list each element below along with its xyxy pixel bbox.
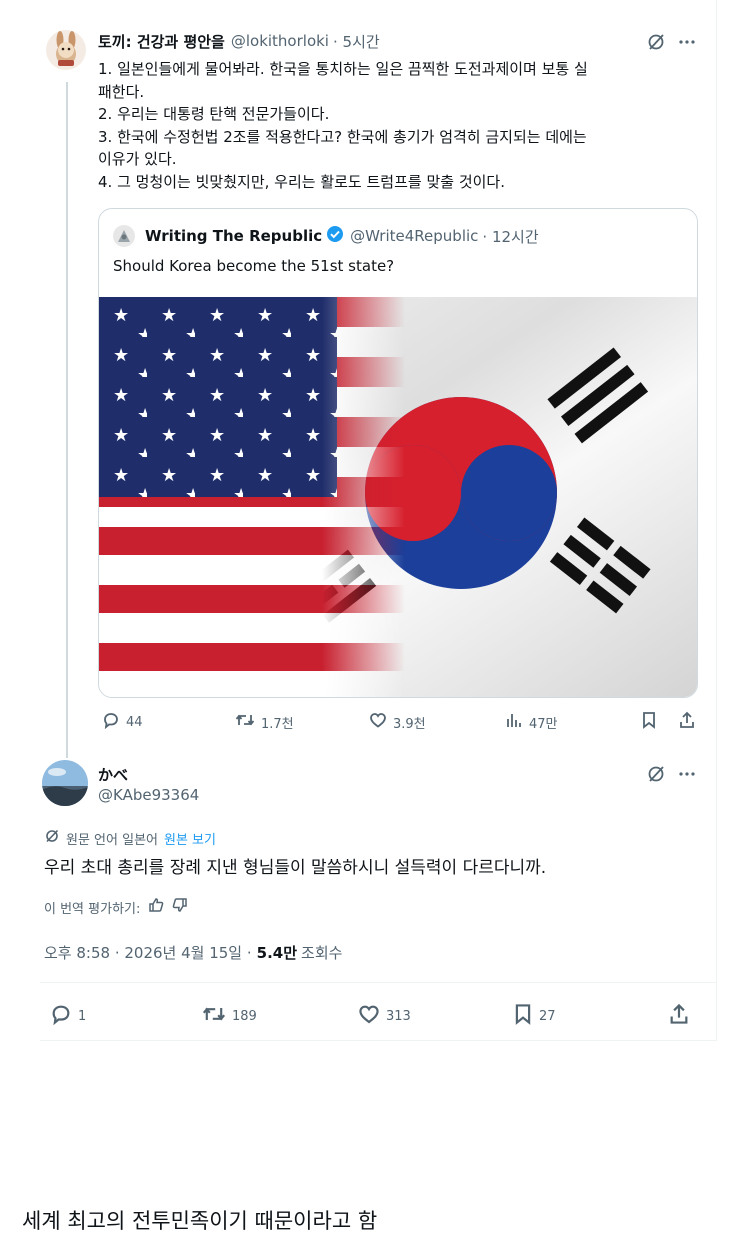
- thumbs-down-icon[interactable]: [172, 897, 188, 917]
- tweet1-line: 4. 그 멍청이는 빗맞췄지만, 우리는 활로도 트럼프를 맞출 것이다.: [98, 172, 505, 191]
- share-icon: [678, 711, 696, 733]
- bookmark-count: 27: [539, 1008, 556, 1024]
- more-icon[interactable]: [677, 32, 697, 52]
- tweet1-line: 이유가 있다.: [98, 150, 177, 168]
- reply-button[interactable]: 1: [50, 1003, 86, 1029]
- retweet-button[interactable]: 1.7천: [235, 711, 294, 733]
- translation-language: 원문 언어 일본어: [66, 832, 158, 848]
- bookmark-icon: [513, 1003, 533, 1029]
- quoted-tweet[interactable]: Writing The Republic @Write4Republic · 1…: [98, 208, 698, 698]
- avatar[interactable]: [42, 760, 88, 806]
- rate-translation: 이 번역 평가하기:: [44, 897, 188, 917]
- thumbs-up-icon[interactable]: [148, 897, 164, 917]
- retweet-icon: [202, 1003, 226, 1029]
- rate-translation-label: 이 번역 평가하기:: [44, 901, 141, 917]
- tweet1-line: 3. 한국에 수정헌법 2조를 적용한다고? 한국에 총기가 엄격히 금지되는 …: [98, 127, 587, 146]
- thread-connector-line: [66, 82, 68, 758]
- retweet-count: 189: [232, 1008, 257, 1024]
- tweet1-line: 1. 일본인들에게 물어봐라. 한국을 통치하는 일은 끔찍한 도전과제이며 보…: [98, 60, 588, 78]
- grok-icon[interactable]: [646, 32, 666, 52]
- retweet-icon: [235, 711, 255, 733]
- tweet2-views-count: 5.4만: [256, 944, 298, 962]
- caption-text: 세계 최고의 전투민족이기 때문이라고 함: [22, 1209, 378, 1233]
- bookmark-button[interactable]: [641, 711, 657, 733]
- reply-icon: [50, 1003, 72, 1029]
- show-original-link[interactable]: 원본 보기: [164, 829, 216, 848]
- quote-time[interactable]: · 12시간: [482, 226, 538, 247]
- quote-avatar[interactable]: [113, 225, 135, 247]
- tweet1-header: 토끼: 건강과 평안을 @lokithorloki · 5시간: [98, 30, 380, 52]
- quote-text: Should Korea become the 51st state?: [113, 257, 395, 275]
- translate-icon: [44, 828, 60, 848]
- tweet2-timestamp-row: 오후 8:58 · 2026년 4월 15일 · 5.4만 조회수: [44, 942, 342, 963]
- quote-handle[interactable]: @Write4Republic: [350, 227, 478, 245]
- tweet2-display-name[interactable]: かべ: [98, 764, 128, 785]
- divider: [40, 1040, 716, 1041]
- grok-icon[interactable]: [646, 764, 666, 784]
- bookmark-button[interactable]: 27: [513, 1003, 556, 1029]
- quote-display-name[interactable]: Writing The Republic: [145, 227, 322, 245]
- retweet-count: 1.7천: [261, 716, 294, 732]
- divider: [40, 982, 716, 983]
- tweet2-handle[interactable]: @KAbe93364: [98, 786, 199, 804]
- tweet2-text: 우리 초대 총리를 장례 지낸 형님들이 말씀하시니 설득력이 다르다니까.: [44, 858, 547, 878]
- heart-icon: [358, 1003, 380, 1029]
- views-chart-icon: [505, 711, 523, 733]
- tweet1-line: 패한다.: [98, 82, 145, 101]
- tweet1-handle[interactable]: @lokithorloki: [231, 32, 329, 50]
- tweet1-body: 1. 일본인들에게 물어봐라. 한국을 통치하는 일은 끔찍한 도전과제이며 보…: [98, 58, 698, 193]
- share-button[interactable]: [668, 1003, 690, 1029]
- bookmark-icon: [641, 711, 657, 733]
- share-button[interactable]: [678, 711, 696, 733]
- retweet-button[interactable]: 189: [202, 1003, 257, 1029]
- verified-badge-icon: [326, 225, 344, 247]
- like-count: 313: [386, 1008, 411, 1024]
- reply-button[interactable]: 44: [102, 711, 143, 733]
- views-count: 47만: [529, 716, 558, 732]
- quote-header: Writing The Republic @Write4Republic · 1…: [145, 225, 539, 247]
- views-button[interactable]: 47만: [505, 711, 558, 733]
- reply-icon: [102, 711, 120, 733]
- reply-count: 1: [78, 1008, 87, 1024]
- quote-media-image[interactable]: ★ ★: [99, 297, 697, 697]
- translation-note: 원문 언어 일본어 원본 보기: [44, 828, 216, 848]
- like-button[interactable]: 3.9천: [369, 711, 426, 733]
- tweet2-timestamp[interactable]: 오후 8:58 · 2026년 4월 15일 ·: [44, 942, 252, 963]
- tweet1-line: 2. 우리는 대통령 탄핵 전문가들이다.: [98, 105, 330, 123]
- share-icon: [668, 1003, 690, 1029]
- tweet1-display-name[interactable]: 토끼: 건강과 평안을: [98, 31, 225, 52]
- like-count: 3.9천: [393, 716, 426, 732]
- more-icon[interactable]: [677, 764, 697, 784]
- avatar[interactable]: [46, 30, 86, 70]
- tweet1-time[interactable]: · 5시간: [333, 31, 380, 52]
- tweet2-views-label: 조회수: [301, 944, 343, 962]
- heart-icon: [369, 711, 387, 733]
- reply-count: 44: [126, 714, 143, 730]
- like-button[interactable]: 313: [358, 1003, 411, 1029]
- card-right-edge: [716, 0, 717, 1041]
